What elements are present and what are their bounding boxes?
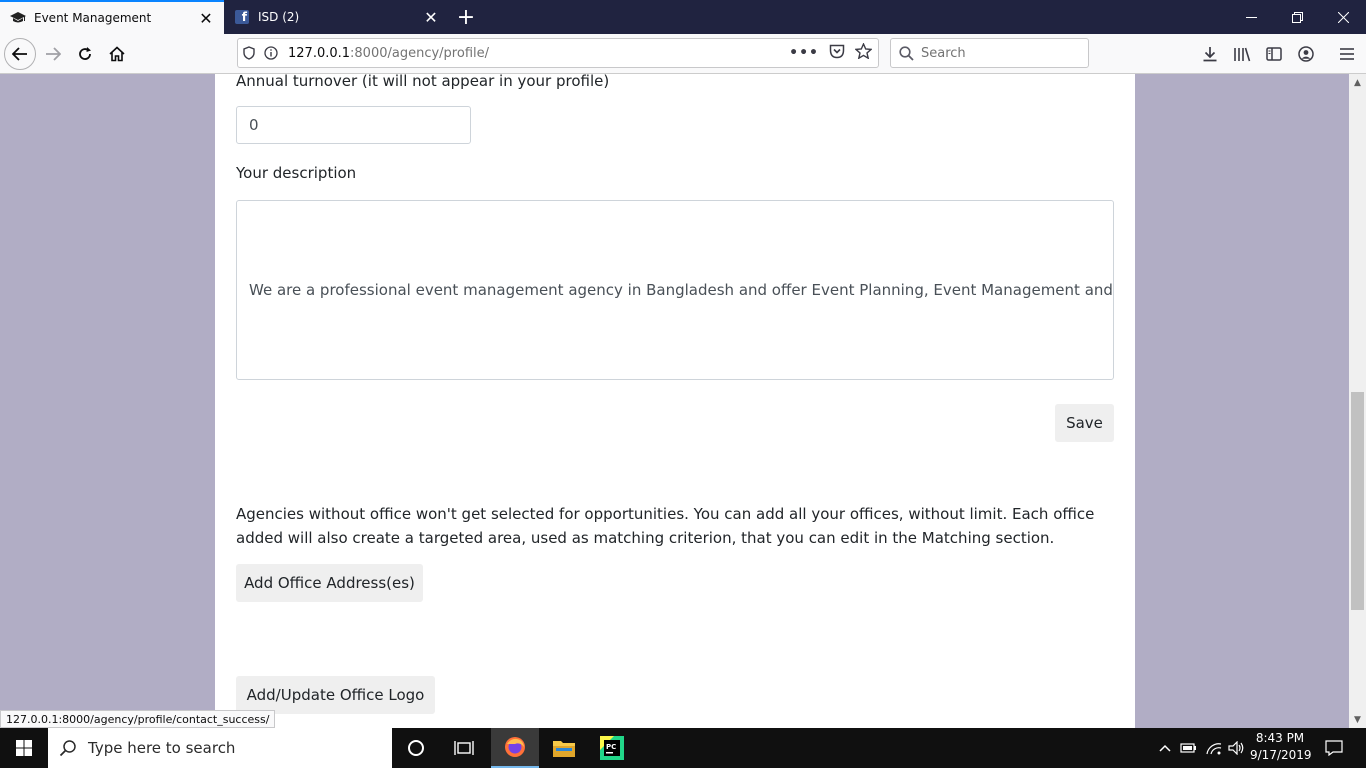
search-icon [48,739,88,757]
notification-icon [1325,740,1343,756]
description-label: Your description [236,164,357,182]
file-explorer-taskbar-button[interactable] [540,728,588,768]
url-path: :8000/agency/profile/ [350,45,489,61]
volume-button[interactable] [1226,728,1248,768]
downloads-button[interactable] [1194,38,1226,70]
pycharm-icon: PC [600,736,624,760]
back-arrow-icon [4,38,36,70]
show-hidden-icons-button[interactable] [1156,728,1174,768]
task-view-button[interactable] [440,728,488,768]
url-bar[interactable]: 127.0.0.1:8000/agency/profile/ ••• [237,38,879,68]
minimize-button[interactable] [1228,0,1274,34]
home-icon [109,46,125,62]
back-button[interactable] [4,38,36,70]
facebook-icon: f [234,9,250,25]
close-window-button[interactable] [1320,0,1366,34]
search-placeholder: Search [921,45,966,61]
start-button[interactable] [0,728,48,768]
tab-label: ISD (2) [258,10,300,24]
clock-date: 9/17/2019 [1250,748,1312,762]
wifi-icon [1206,743,1222,755]
windows-taskbar: Type here to search PC 8:43 PM 9/17/2019 [0,728,1366,768]
library-button[interactable] [1226,38,1258,70]
url-text[interactable]: 127.0.0.1:8000/agency/profile/ [288,46,489,61]
firefox-icon [505,737,525,757]
action-center-button[interactable] [1318,728,1350,768]
sidebar-button[interactable] [1258,38,1290,70]
tab-label: Event Management [34,11,152,25]
taskbar-search-placeholder: Type here to search [88,739,236,757]
close-tab-icon[interactable]: ✕ [194,9,218,28]
status-link-preview: 127.0.0.1:8000/agency/profile/contact_su… [0,710,276,728]
account-button[interactable] [1290,38,1322,70]
add-office-address-button[interactable]: Add Office Address(es) [236,564,423,602]
sidebar-icon [1266,47,1282,61]
turnover-input[interactable]: 0 [236,106,471,144]
pocket-icon[interactable] [829,44,845,63]
description-textarea[interactable]: We are a professional event management a… [236,200,1114,380]
graduation-cap-icon [10,10,26,26]
forward-arrow-icon [46,47,61,61]
close-tab-icon[interactable]: ✕ [419,8,443,27]
save-button[interactable]: Save [1055,404,1114,442]
shield-icon[interactable] [238,46,260,60]
scroll-down-arrow-icon[interactable]: ▼ [1349,711,1366,728]
vertical-scrollbar[interactable]: ▲ ▼ [1349,74,1366,728]
restore-button[interactable] [1274,0,1320,34]
profile-form: Annual turnover (it will not appear in y… [215,74,1135,728]
download-icon [1203,47,1217,62]
forward-button[interactable] [37,38,69,70]
clock-time: 8:43 PM [1255,731,1305,745]
turnover-label: Annual turnover (it will not appear in y… [236,74,610,90]
cortana-circle-icon [408,740,424,756]
wifi-button[interactable] [1203,728,1225,768]
windows-logo-icon [16,740,32,756]
reload-icon [79,47,91,60]
pycharm-taskbar-button[interactable]: PC [588,728,636,768]
account-icon [1298,46,1314,62]
reload-button[interactable] [69,38,101,70]
url-host: 127.0.0.1 [288,45,351,61]
menu-button[interactable] [1331,38,1363,70]
office-info-text: Agencies without office won't get select… [236,505,1095,547]
battery-button[interactable] [1178,728,1200,768]
new-tab-button[interactable]: + [452,3,480,31]
page-viewport: Annual turnover (it will not appear in y… [0,74,1349,728]
library-icon [1234,47,1251,62]
system-clock[interactable]: 8:43 PM 9/17/2019 [1250,730,1312,766]
tab-strip: Event Management ✕ f ISD (2) ✕ + [0,0,1366,34]
hamburger-menu-icon [1340,48,1354,60]
update-office-logo-button[interactable]: Add/Update Office Logo [236,676,435,714]
page-actions-icon[interactable]: ••• [789,45,819,61]
task-view-icon [454,741,474,755]
cortana-button[interactable] [392,728,440,768]
battery-icon [1180,743,1196,753]
taskbar-search-box[interactable]: Type here to search [48,728,392,768]
info-icon[interactable] [260,46,282,60]
chevron-up-icon [1159,744,1171,752]
home-button[interactable] [101,38,133,70]
search-bar[interactable]: Search [890,38,1089,68]
navigation-toolbar: 127.0.0.1:8000/agency/profile/ ••• Searc… [0,34,1366,74]
search-icon [891,45,921,61]
scroll-up-arrow-icon[interactable]: ▲ [1349,74,1366,91]
tab-isd[interactable]: f ISD (2) ✕ [224,0,449,34]
scrollbar-thumb[interactable] [1351,392,1364,610]
folder-icon [553,741,575,757]
bookmark-star-icon[interactable] [854,42,873,63]
svg-text:PC: PC [606,743,616,751]
speaker-icon [1228,741,1244,755]
tab-event-management[interactable]: Event Management ✕ [0,0,224,34]
firefox-taskbar-button[interactable] [491,728,539,768]
